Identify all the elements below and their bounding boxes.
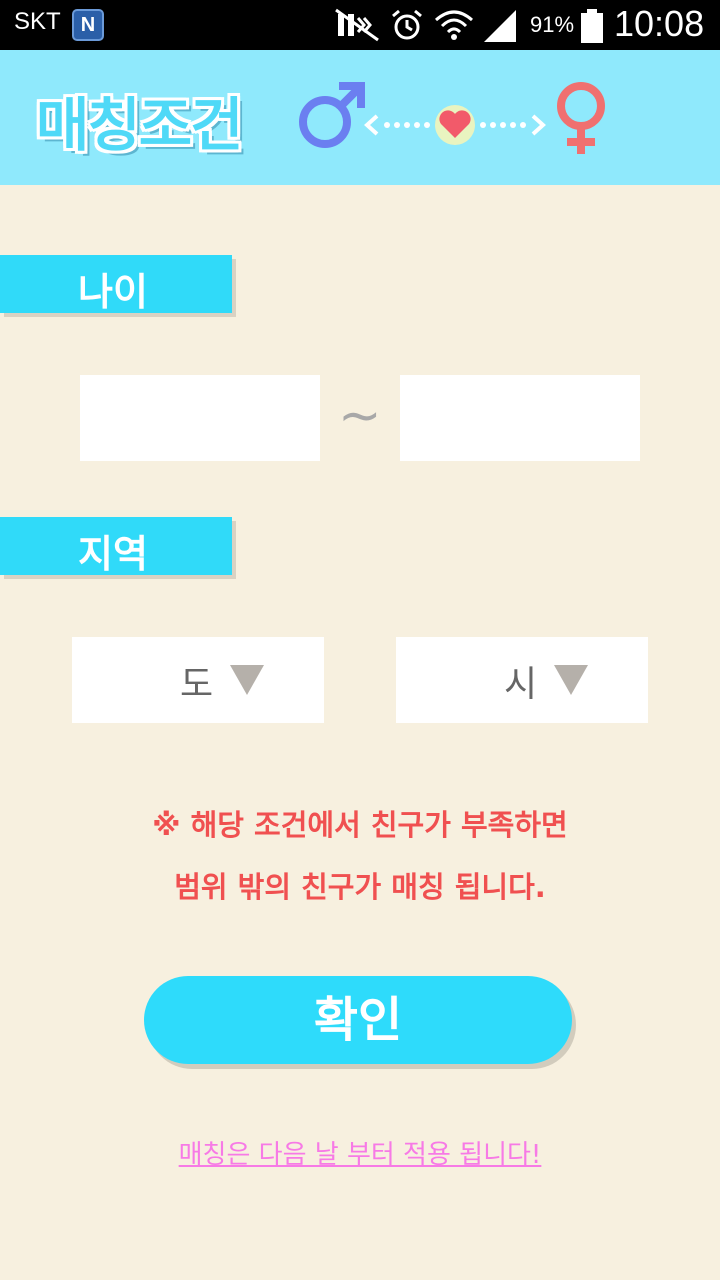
age-label-text: 나이 [78, 270, 148, 314]
clock: 10:08 [614, 3, 705, 44]
mute-icon [335, 8, 379, 42]
male-symbol-icon [299, 82, 365, 148]
heart-icon [435, 105, 475, 145]
province-dropdown[interactable]: 도 [72, 637, 324, 723]
carrier-label: SKT [14, 8, 61, 35]
status-bar: SKT N 91% 10:08 [0, 0, 720, 50]
dropdown-arrow-icon [230, 665, 264, 695]
female-symbol-icon [557, 82, 605, 154]
dropdown-arrow-icon [554, 665, 588, 695]
notice-line-1: ※ 해당 조건에서 친구가 부족하면 [152, 808, 568, 842]
confirm-button[interactable]: 확인 [144, 976, 572, 1064]
age-section-label: 나이 [0, 255, 232, 314]
age-range-separator: ~ [338, 386, 382, 446]
battery-percent: 91% [530, 12, 575, 37]
city-dropdown[interactable]: 시 [396, 637, 648, 723]
signal-icon [484, 10, 516, 42]
dots-right [480, 122, 526, 128]
alarm-icon [392, 9, 422, 40]
notice-line-2: 범위 밖의 친구가 매칭 됩니다. [174, 870, 546, 904]
dots-left [384, 122, 430, 128]
region-label-text: 지역 [78, 532, 148, 576]
app-notification-badge: N [72, 9, 104, 41]
min-age-input[interactable] [80, 375, 320, 461]
gender-match-graphic [299, 82, 605, 154]
app-header: 매칭조건 [0, 50, 720, 185]
max-age-input[interactable] [400, 375, 640, 461]
page-title: 매칭조건 [36, 91, 243, 159]
footnote-link[interactable]: 매칭은 다음 날 부터 적용 됩니다! [0, 1134, 720, 1171]
right-arrow-icon [531, 114, 546, 136]
left-arrow-icon [364, 114, 379, 136]
province-value: 도 [180, 664, 214, 705]
region-section-label: 지역 [0, 517, 232, 576]
wifi-icon [435, 10, 473, 40]
city-value: 시 [504, 664, 538, 705]
battery-icon [581, 9, 603, 43]
